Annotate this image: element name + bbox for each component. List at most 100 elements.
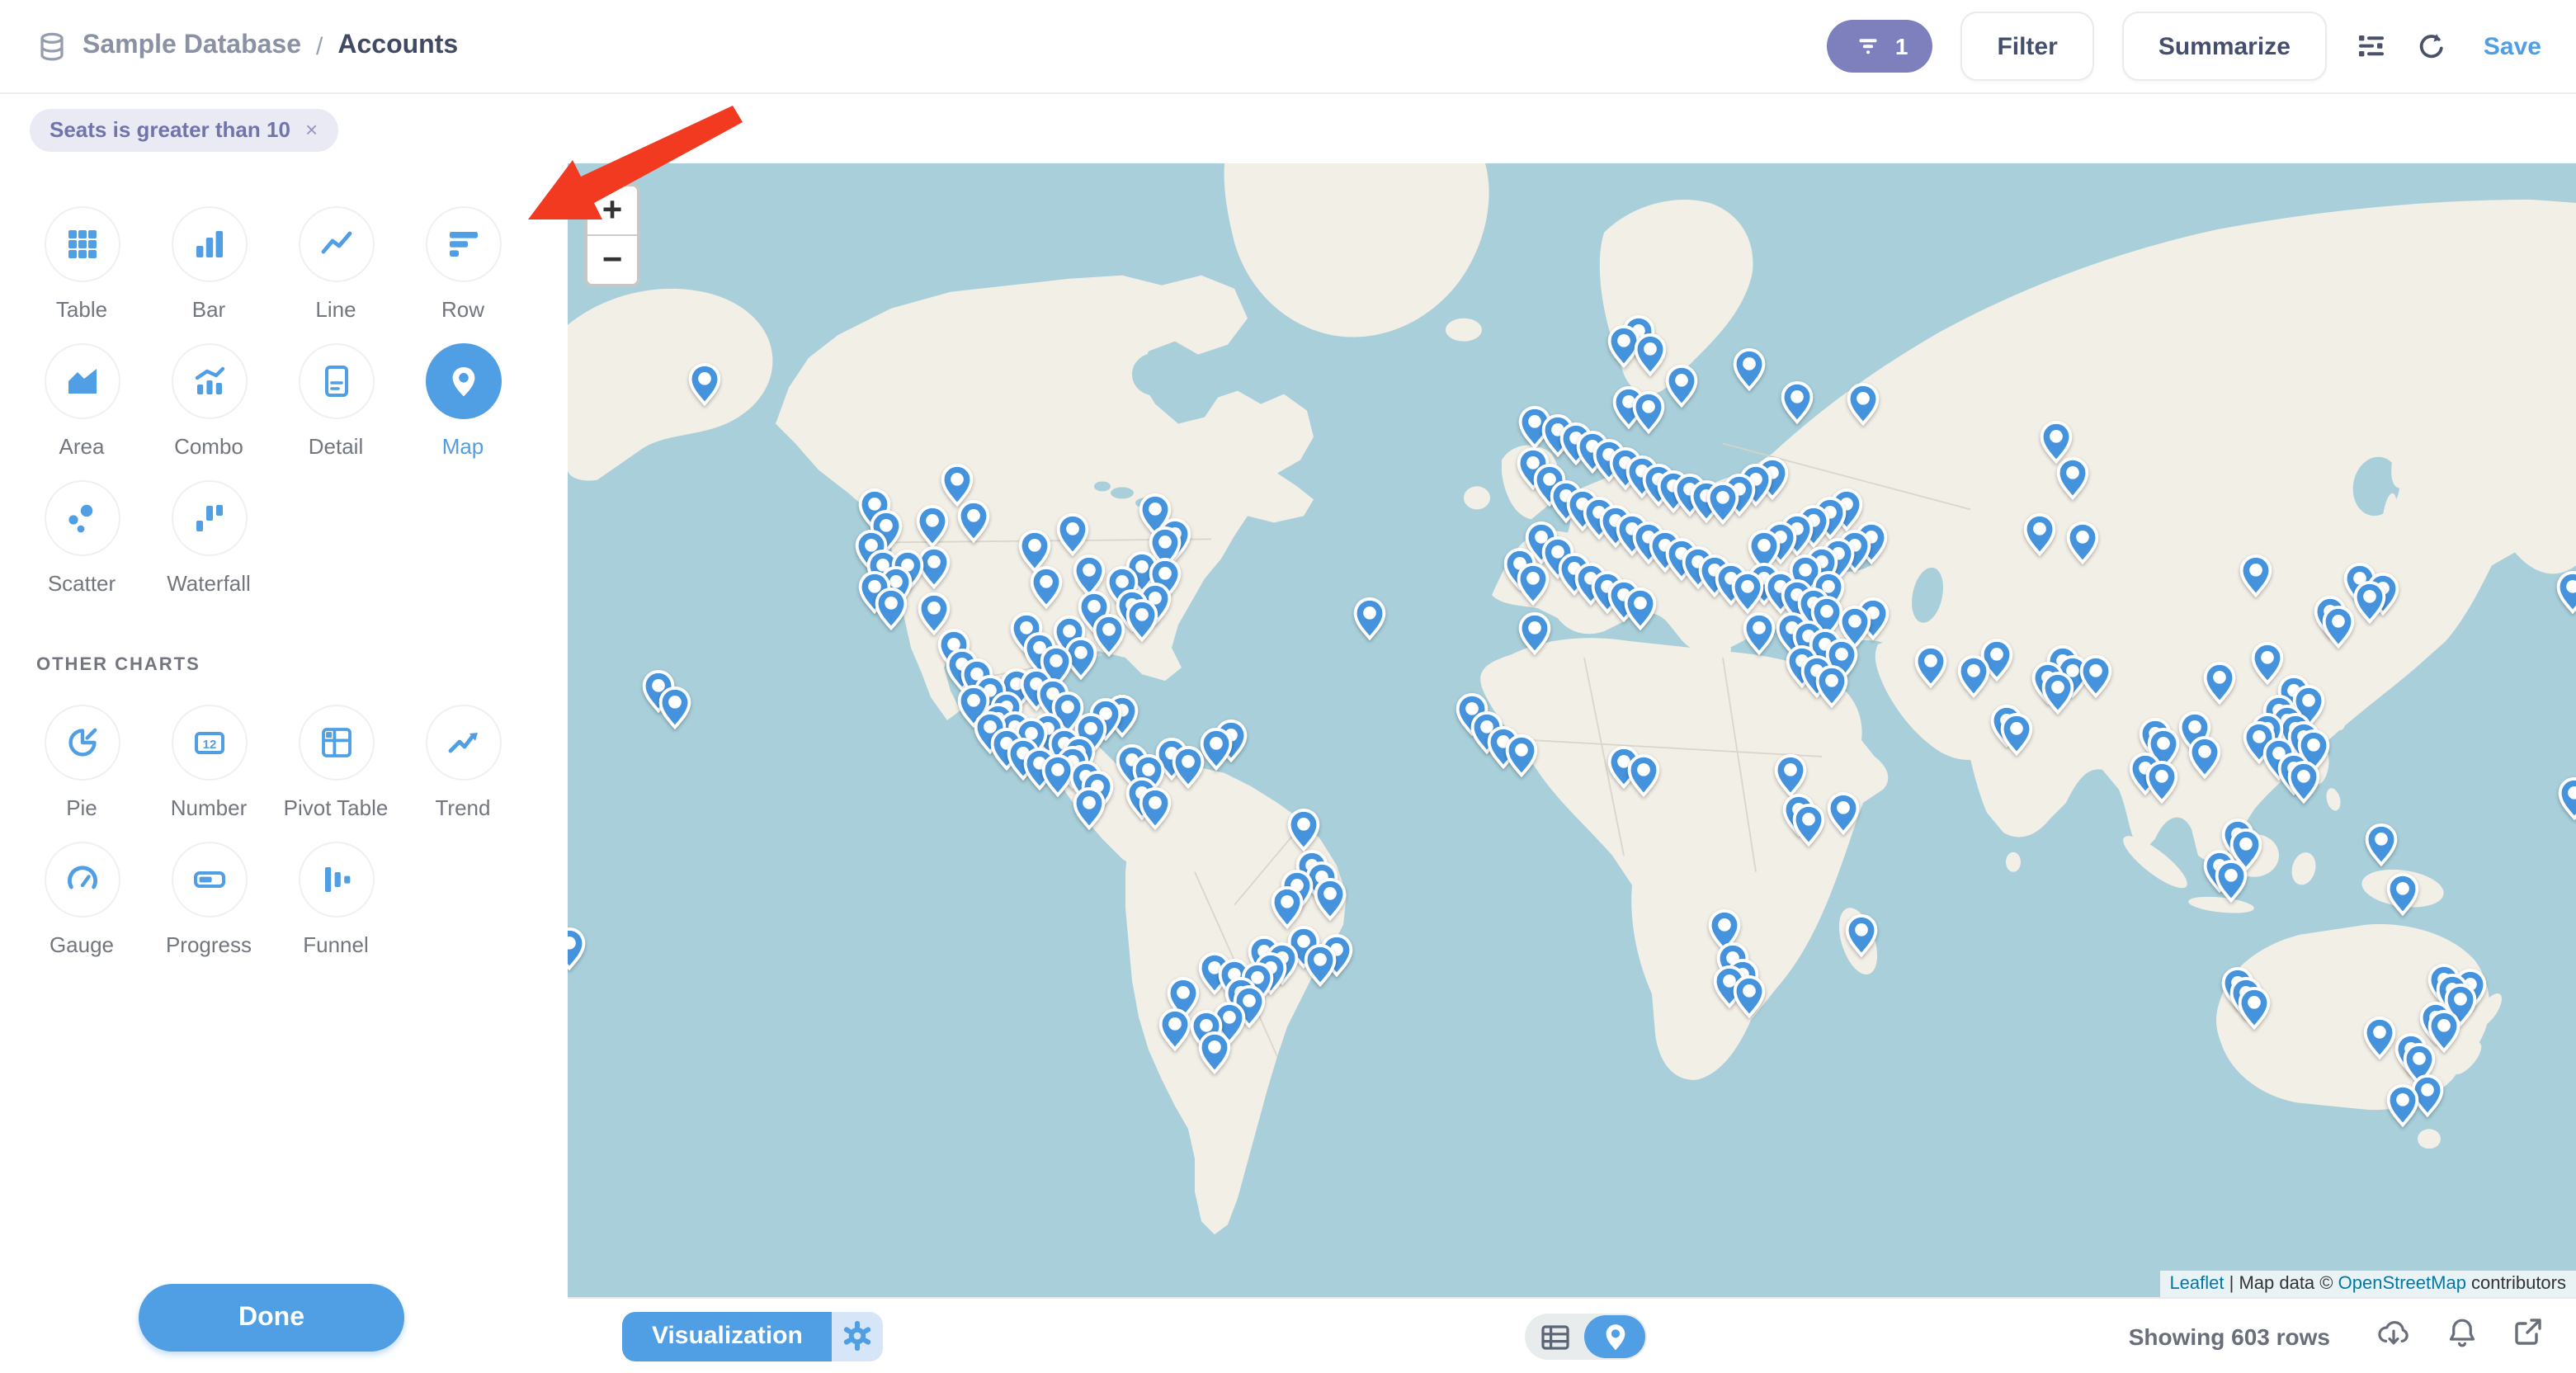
map-pin[interactable] [2066,521,2099,564]
map-pin[interactable] [2079,654,2112,697]
chart-type-pivot[interactable]: Pivot Table [272,705,399,820]
map-pin[interactable] [1665,364,1698,407]
map-pin[interactable] [1957,654,1990,697]
map-pin[interactable] [1781,380,1814,423]
toggle-table-button[interactable] [1525,1324,1584,1349]
map-pin[interactable] [1792,803,1825,846]
map-pin[interactable] [2239,554,2272,597]
chart-type-number[interactable]: 12Number [145,705,272,820]
map-pin[interactable] [875,587,908,630]
chart-type-scatter[interactable]: Scatter [18,480,145,596]
map-pin[interactable] [1198,1031,1231,1073]
breadcrumb-table[interactable]: Accounts [337,31,458,61]
map-pin[interactable] [1627,753,1660,796]
openstreetmap-link[interactable]: OpenStreetMap [2338,1274,2466,1294]
zoom-in-button[interactable]: + [587,186,637,236]
chart-type-combo[interactable]: Combo [145,343,272,459]
filter-button[interactable]: Filter [1960,12,2093,81]
map-pin[interactable] [1774,753,1807,796]
refresh-icon[interactable] [2416,30,2449,63]
map-pin[interactable] [1815,664,1848,707]
map-pin[interactable] [1056,512,1089,555]
chart-type-gauge[interactable]: Gauge [18,842,145,957]
map-pin[interactable] [2353,580,2386,623]
map-pin[interactable] [2203,661,2236,704]
map-pin[interactable] [2386,1083,2419,1126]
map-pin[interactable] [1172,745,1205,788]
map-pin[interactable] [1518,611,1551,654]
map-pin[interactable] [1632,390,1665,433]
leaflet-link[interactable]: Leaflet [2169,1274,2224,1294]
map-pin[interactable] [1304,943,1337,986]
list-icon[interactable] [2355,30,2388,63]
remove-filter-icon[interactable]: × [305,117,318,142]
notifications-bell-icon[interactable] [2447,1316,2477,1356]
map-pin[interactable] [2215,859,2248,902]
map-pin[interactable] [2365,823,2398,866]
active-filter-badge[interactable]: 1 [1828,20,1933,73]
chart-type-row[interactable]: Row [399,206,526,322]
map-pin[interactable] [2056,456,2089,499]
map-pin[interactable] [2386,872,2419,915]
map-pin[interactable] [1517,562,1550,605]
map-pin[interactable] [1287,808,1320,851]
chart-type-table[interactable]: Table [18,206,145,322]
map-pin[interactable] [1139,786,1172,829]
map-pin[interactable] [916,504,949,547]
map-pin[interactable] [1125,598,1158,641]
map-pin[interactable] [1634,333,1667,375]
map-pin[interactable] [2363,1016,2396,1059]
map-pin[interactable] [1731,570,1764,613]
chart-type-waterfall[interactable]: Waterfall [145,480,272,596]
map-pin[interactable] [1706,481,1739,524]
map-pin[interactable] [1030,565,1063,608]
map-pin[interactable] [1733,974,1766,1017]
visualization-button[interactable]: Visualization [622,1311,833,1361]
map-pin[interactable] [2023,512,2056,555]
map-pin[interactable] [2322,605,2355,648]
map-pin[interactable] [688,362,721,405]
map-pin[interactable] [2145,760,2178,803]
map-pin[interactable] [2287,760,2320,803]
map-pin[interactable] [1847,382,1880,425]
map-pin[interactable] [1624,587,1657,630]
filter-chip[interactable]: Seats is greater than 10 × [30,108,337,151]
chart-type-detail[interactable]: Detail [272,343,399,459]
map-pin[interactable] [957,499,990,542]
map-pin[interactable] [1733,347,1766,390]
visualization-settings-button[interactable] [833,1311,884,1361]
chart-type-area[interactable]: Area [18,343,145,459]
map-pin[interactable] [1092,613,1125,656]
map-pin[interactable] [2041,671,2074,714]
share-external-icon[interactable] [2513,1317,2543,1355]
zoom-out-button[interactable]: − [587,236,637,284]
chart-type-line[interactable]: Line [272,206,399,322]
map-pin[interactable] [658,686,691,729]
breadcrumb[interactable]: Sample Database / Accounts [35,30,458,63]
map-pin[interactable] [1271,885,1304,928]
summarize-button[interactable]: Summarize [2122,12,2327,81]
chart-type-funnel[interactable]: Funnel [272,842,399,957]
chart-type-map[interactable]: Map [399,343,526,459]
map-pin[interactable] [1353,597,1386,639]
map-pin[interactable] [2238,986,2271,1029]
chart-type-pie[interactable]: Pie [18,705,145,820]
save-button[interactable]: Save [2484,32,2541,60]
breadcrumb-database[interactable]: Sample Database [83,31,301,61]
map-pin[interactable] [568,927,586,970]
map-pin[interactable] [1743,611,1776,654]
map-pin[interactable] [2556,570,2576,613]
chart-type-bar[interactable]: Bar [145,206,272,322]
map-visualization[interactable]: + − Leaflet | Map data © OpenStreetMap c… [568,163,2576,1297]
map-pin[interactable] [1845,913,1878,956]
map-pin[interactable] [1314,877,1347,920]
done-button[interactable]: Done [139,1284,404,1352]
map-pin[interactable] [2000,712,2033,755]
map-pin[interactable] [1158,1007,1191,1050]
download-icon[interactable] [2376,1317,2411,1355]
chart-type-progress[interactable]: Progress [145,842,272,957]
map-pin[interactable] [2188,735,2221,778]
map-pin[interactable] [1827,791,1860,834]
map-pin[interactable] [1073,786,1106,829]
map-pin[interactable] [1914,644,1947,687]
